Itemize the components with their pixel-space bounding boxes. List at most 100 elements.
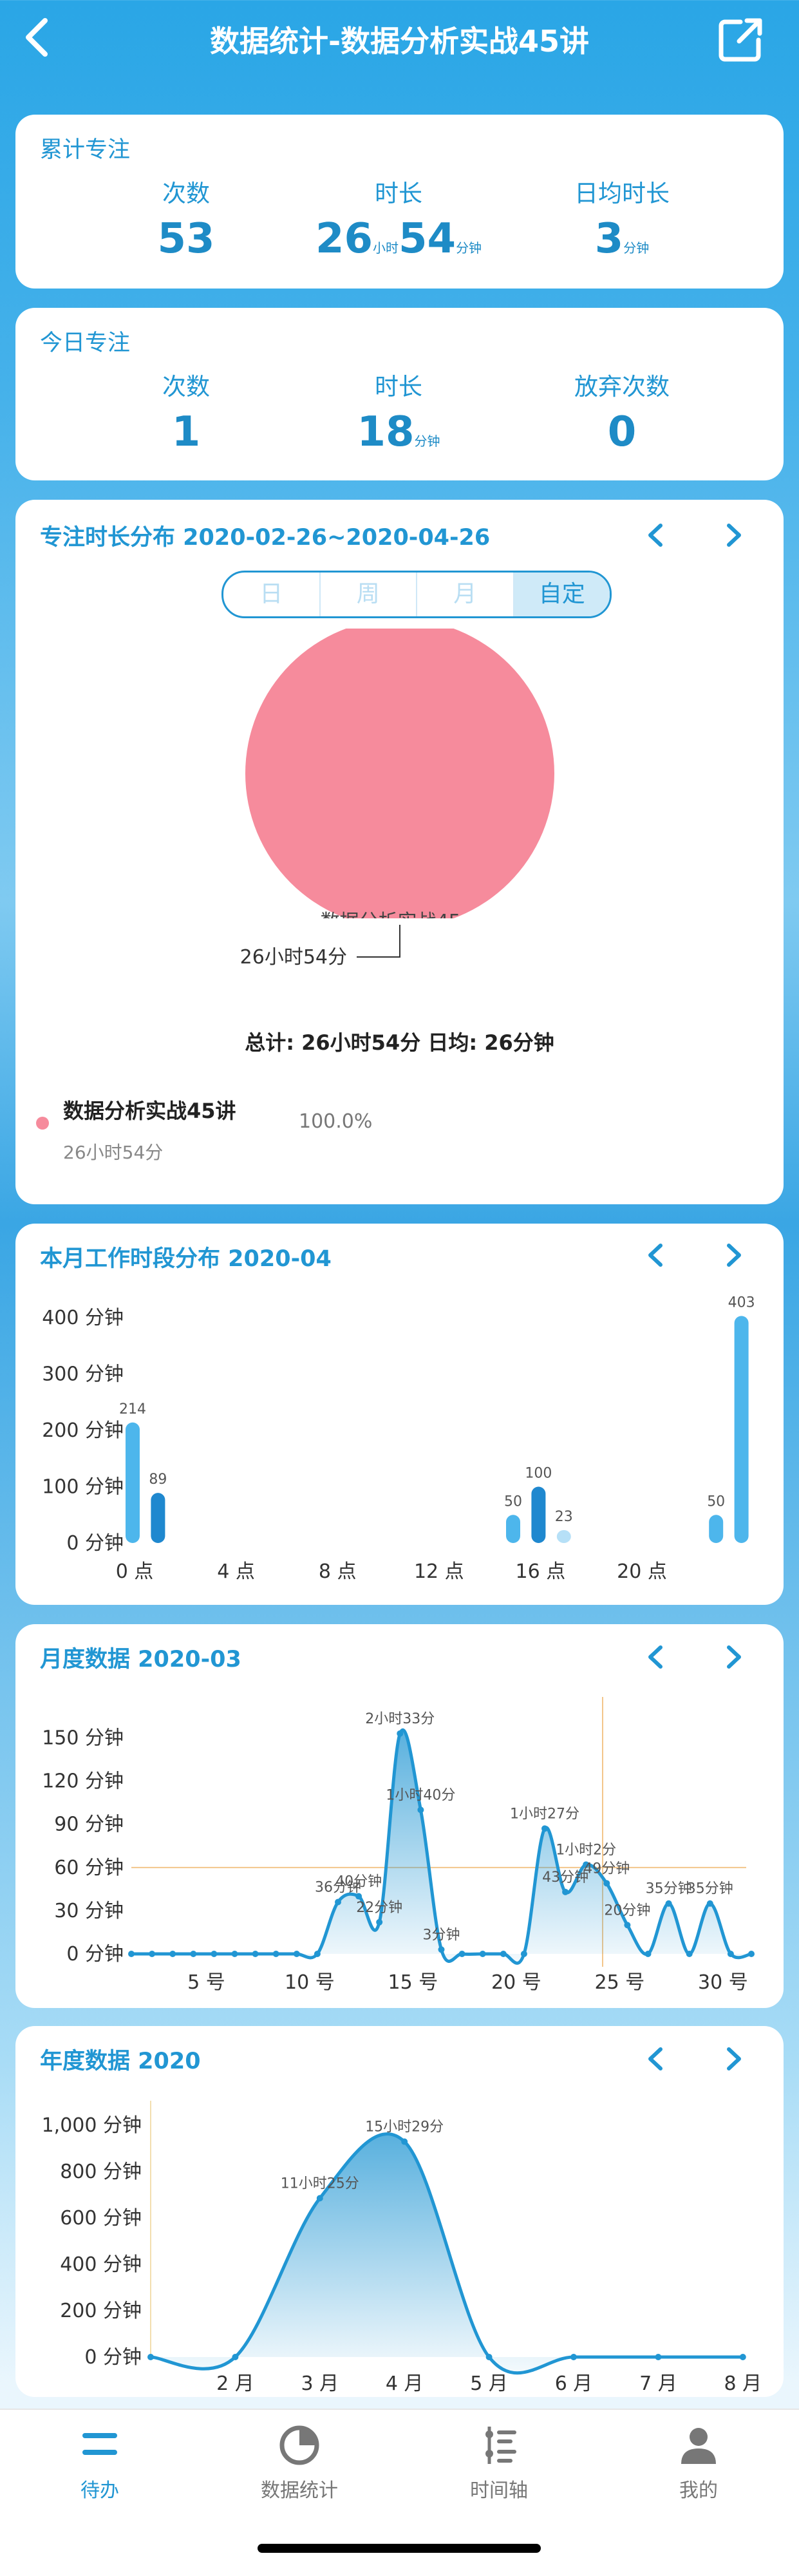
pie-chart: 数据分析实战45... [245, 629, 554, 918]
data-point [500, 1951, 507, 1957]
x-tick-label: 0 点 [116, 1560, 154, 1583]
bar [709, 1515, 724, 1543]
tab-profile[interactable]: 我的 [634, 2423, 763, 2503]
data-point [686, 1951, 693, 1957]
abandon-value: 0 [607, 408, 637, 456]
bar-value-label: 100 [525, 1466, 552, 1482]
tab-todo[interactable]: 待办 [35, 2423, 164, 2503]
timeline-icon [485, 2427, 516, 2464]
distribution-card: 专注时长分布 2020-02-26~2020-04-26 日 周 月 自定 数据… [15, 500, 784, 1204]
count-label: 次数 [162, 180, 210, 207]
tab-timeline[interactable]: 时间轴 [435, 2423, 563, 2503]
data-point [272, 1951, 279, 1957]
share-icon[interactable] [715, 14, 766, 66]
bar-value-label: 50 [504, 1493, 522, 1510]
data-point-label: 15小时29分 [365, 2119, 444, 2136]
data-point [603, 1880, 610, 1887]
data-point [231, 1951, 238, 1957]
data-point-label: 40分钟 [335, 1874, 382, 1890]
count-label: 次数 [162, 373, 210, 401]
data-point-label: 1小时27分 [510, 1806, 579, 1822]
data-point-label: 49分钟 [583, 1861, 630, 1877]
tab-label: 时间轴 [470, 2479, 528, 2502]
data-point [438, 1946, 445, 1953]
tab-label: 我的 [679, 2479, 718, 2502]
legend-name: 数据分析实战45讲 [63, 1099, 236, 1123]
abandon-label: 放弃次数 [574, 373, 670, 401]
data-point-label: 11小时25分 [281, 2175, 359, 2192]
total-text: 总计: 26小时54分 日均: 26分钟 [245, 1030, 554, 1055]
bar [506, 1515, 520, 1543]
y-tick-label: 100 分钟 [42, 1476, 124, 1499]
today-card: 今日专注 次数 时长 放弃次数 1 18分钟 0 [15, 308, 784, 480]
legend-duration: 26小时54分 [63, 1142, 164, 1163]
segment-week[interactable]: 周 [321, 573, 417, 616]
yearly-chart-card: 年度数据 2020 0 分钟 200 分钟 400 分钟 600 分钟 800 分钟 1,… [15, 2026, 784, 2397]
legend-dot [36, 1117, 49, 1130]
x-tick-label: 20 号 [491, 1971, 541, 1994]
x-tick-label: 5 号 [187, 1971, 225, 1994]
bar [126, 1422, 140, 1543]
data-point [644, 1951, 652, 1957]
data-point-label: 3分钟 [423, 1927, 460, 1943]
card-title: 累计专注 [40, 137, 131, 163]
data-point [232, 2354, 239, 2360]
back-arrow-icon[interactable] [17, 14, 62, 59]
cumulative-card: 累计专注 次数 时长 日均时长 53 26小时54分钟 3分钟 [15, 115, 784, 289]
x-tick-label: 12 点 [414, 1560, 464, 1583]
y-tick-label: 120 分钟 [42, 1770, 124, 1793]
hourly-chart-card: 本月工作时段分布 2020-04 0 分钟 100 分钟 200 分钟 300 分钟 4… [15, 1224, 784, 1605]
data-point [211, 1951, 218, 1957]
x-tick-label: 25 号 [595, 1971, 645, 1994]
data-point [479, 1951, 486, 1957]
y-tick-label: 800 分钟 [60, 2161, 142, 2183]
data-point-label: 1小时2分 [556, 1842, 616, 1858]
daily-label: 日均时长 [574, 180, 670, 207]
data-point-label: 2小时33分 [365, 1711, 435, 1727]
pie-slice[interactable] [245, 629, 554, 918]
x-tick-label: 5 月 [470, 2372, 508, 2395]
card-title: 今日专注 [40, 330, 131, 356]
duration-value: 26小时54分钟 [315, 215, 482, 263]
todo-icon [82, 2433, 117, 2455]
bar [151, 1493, 165, 1543]
x-tick-label: 3 月 [301, 2372, 339, 2395]
home-indicator [258, 2544, 541, 2553]
data-point [128, 1951, 135, 1957]
prev-period-icon[interactable] [640, 519, 672, 551]
profile-icon [681, 2428, 716, 2464]
data-point-label: 22分钟 [356, 1900, 402, 1916]
legend-percent: 100.0% [299, 1110, 373, 1133]
data-point [541, 1825, 548, 1832]
yearly-area-chart: 0 分钟 200 分钟 400 分钟 600 分钟 800 分钟 1,000 分钟 2 月 3… [42, 2101, 762, 2395]
tab-statistics[interactable]: 数据统计 [235, 2423, 364, 2503]
y-tick-label: 600 分钟 [60, 2207, 142, 2230]
segment-month[interactable]: 月 [417, 573, 514, 616]
y-tick-label: 200 分钟 [42, 1419, 124, 1442]
data-point-label: 1小时40分 [386, 1787, 455, 1803]
pie-leader: 26小时54分 [240, 925, 400, 969]
x-tick-label: 4 点 [217, 1560, 255, 1583]
pie-chart-icon [279, 2425, 319, 2465]
segment-day[interactable]: 日 [223, 573, 321, 616]
next-period-icon[interactable] [717, 519, 749, 551]
duration-label: 时长 [375, 180, 422, 207]
pie-slice-label: 数据分析实战45... [321, 911, 480, 918]
y-tick-label: 1,000 分钟 [42, 2114, 142, 2137]
y-tick-label: 30 分钟 [54, 1900, 124, 1922]
data-point [624, 1922, 631, 1929]
x-tick-label: 15 号 [388, 1971, 438, 1994]
card-title: 专注时长分布 2020-02-26~2020-04-26 [40, 525, 491, 551]
x-tick-label: 7 月 [639, 2372, 677, 2395]
count-value: 53 [157, 215, 215, 263]
hourly-bar-chart: 0 分钟 100 分钟 200 分钟 300 分钟 400 分钟 0 点 4 点 8 点 12 … [42, 1294, 755, 1583]
x-tick-label: 4 月 [386, 2372, 424, 2395]
data-point [147, 2354, 154, 2360]
data-point [417, 1806, 424, 1814]
data-point [149, 1951, 156, 1957]
data-point [739, 2354, 746, 2360]
y-tick-label: 90 分钟 [54, 1814, 124, 1836]
y-tick-label: 400 分钟 [60, 2253, 142, 2276]
segment-custom[interactable]: 自定 [514, 573, 610, 616]
y-tick-label: 300 分钟 [42, 1363, 124, 1386]
